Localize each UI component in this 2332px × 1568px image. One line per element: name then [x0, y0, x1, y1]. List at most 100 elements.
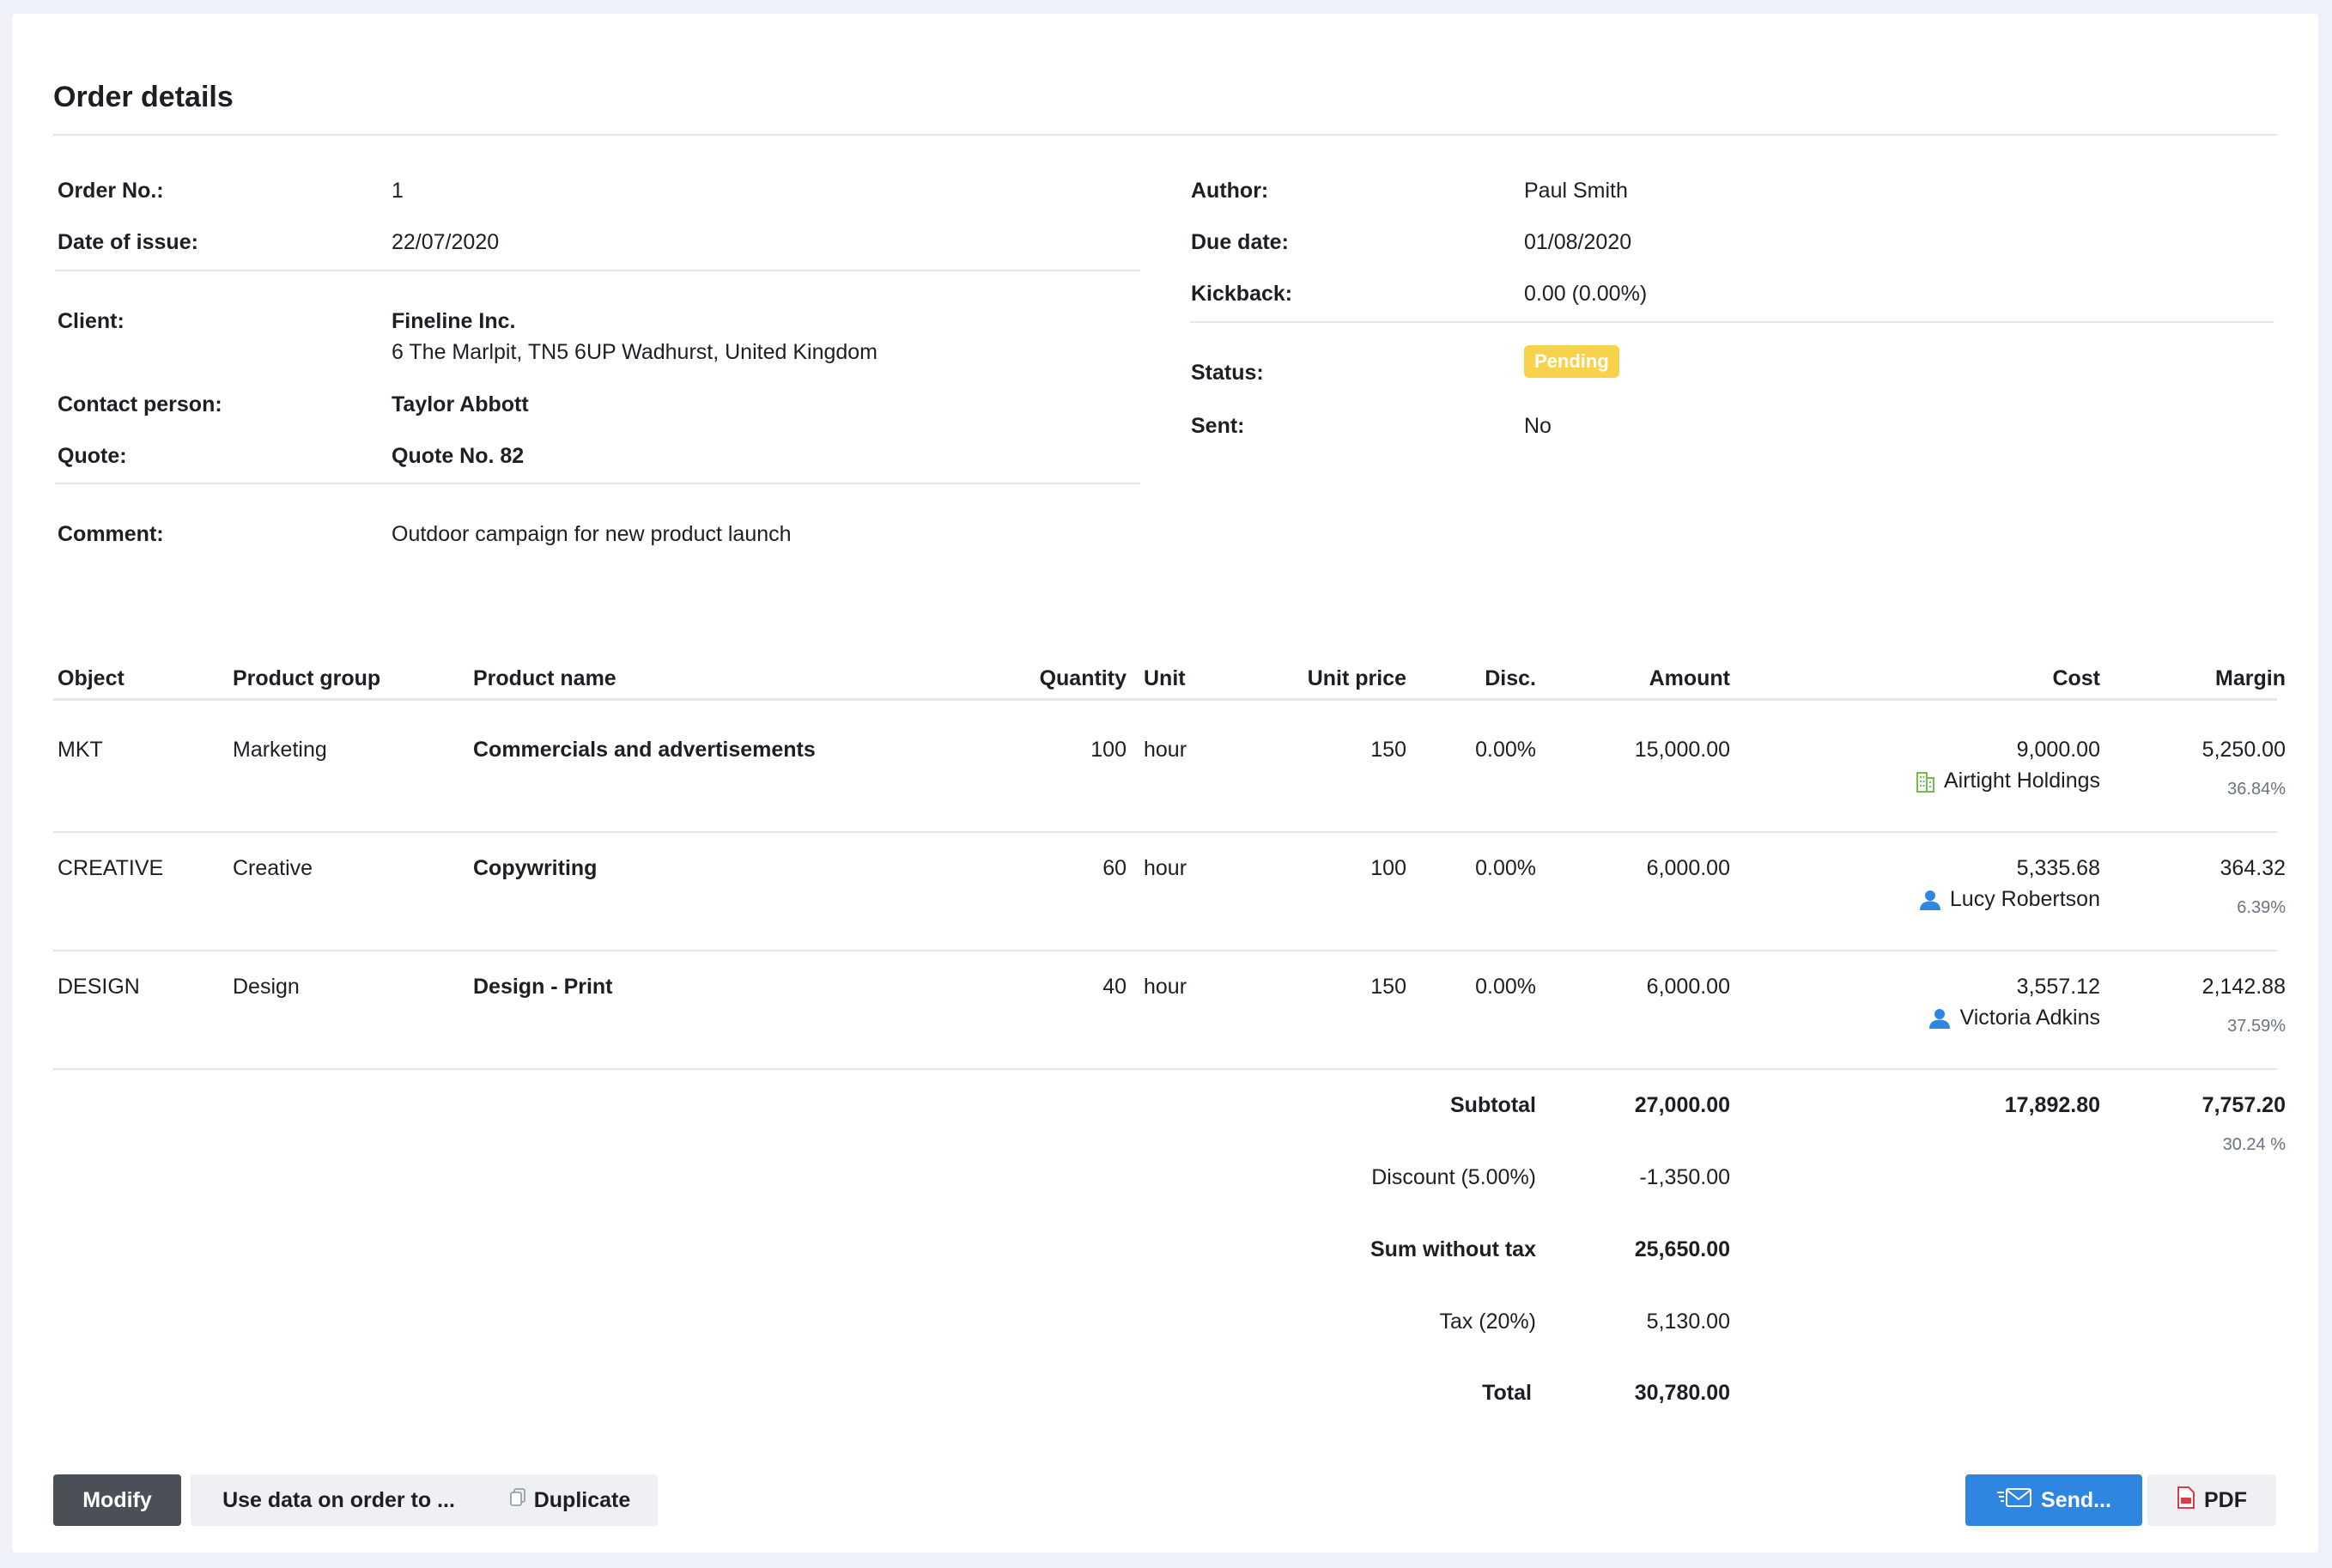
sent-label: Sent:	[1191, 414, 1245, 438]
cell-quantity: 40	[1102, 975, 1127, 999]
send-button-label: Send...	[2041, 1487, 2111, 1512]
subtotal-amount: 27,000.00	[1634, 1093, 1730, 1117]
copy-icon	[509, 1487, 525, 1513]
cell-cost: 5,335.68	[2016, 856, 2100, 880]
user-icon	[1919, 889, 1941, 911]
order-no-label: Order No.:	[58, 179, 164, 203]
cell-margin: 5,250.00	[2201, 738, 2286, 762]
cell-quantity: 60	[1102, 856, 1127, 880]
cell-object: DESIGN	[58, 975, 140, 999]
header-unit: Unit	[1144, 666, 1186, 690]
cell-margin-percent: 37.59%	[2227, 1017, 2286, 1036]
cell-amount: 6,000.00	[1646, 975, 1730, 999]
sum-without-tax-label: Sum without tax	[1369, 1237, 1536, 1261]
header-discount: Disc.	[1485, 666, 1536, 690]
supplier-name: Victoria Adkins	[1959, 1006, 2100, 1030]
header-quantity: Quantity	[1039, 666, 1127, 690]
page-title: Order details	[53, 81, 234, 113]
supplier-link[interactable]: Lucy Robertson	[1772, 887, 2100, 912]
discount-label: Discount (5.00%)	[1371, 1165, 1536, 1189]
client-name: Fineline Inc.	[392, 309, 516, 333]
supplier-name: Lucy Robertson	[1949, 887, 2100, 911]
left-divider-1	[55, 270, 1140, 271]
row-divider	[53, 1068, 2277, 1070]
sum-without-tax-amount: 25,650.00	[1634, 1237, 1730, 1261]
kickback-value: 0.00 (0.00%)	[1524, 282, 1648, 306]
cell-margin: 2,142.88	[2201, 975, 2286, 999]
cell-margin: 364.32	[2220, 856, 2286, 880]
cell-discount: 0.00%	[1475, 856, 1536, 880]
modify-button[interactable]: Modify	[53, 1474, 181, 1526]
send-button[interactable]: Send...	[1965, 1474, 2142, 1526]
row-divider	[53, 950, 2277, 951]
use-data-button-label: Use data on order to ...	[222, 1487, 455, 1512]
cell-margin-percent: 6.39%	[2237, 898, 2286, 917]
sent-value: No	[1524, 414, 1552, 438]
header-product-name: Product name	[473, 666, 616, 690]
cell-discount: 0.00%	[1475, 738, 1536, 762]
right-divider-1	[1190, 321, 2274, 323]
contact-label: Contact person:	[58, 392, 222, 416]
contact-value: Taylor Abbott	[392, 392, 529, 416]
quote-link[interactable]: Quote No. 82	[392, 444, 524, 469]
cell-object: CREATIVE	[58, 856, 164, 880]
cell-discount: 0.00%	[1475, 975, 1536, 999]
supplier-name: Airtight Holdings	[1943, 769, 2100, 793]
supplier-link[interactable]: Airtight Holdings	[1772, 769, 2100, 793]
header-amount: Amount	[1649, 666, 1730, 690]
tax-amount: 5,130.00	[1646, 1310, 1730, 1334]
modify-button-label: Modify	[82, 1487, 152, 1512]
pdf-button[interactable]: PDF	[2147, 1474, 2276, 1526]
header-product-group: Product group	[233, 666, 381, 690]
cell-product-name[interactable]: Commercials and advertisements	[473, 738, 816, 763]
comment-label: Comment:	[58, 522, 164, 546]
comment-value: Outdoor campaign for new product launch	[392, 522, 792, 546]
cell-product-name[interactable]: Design - Print	[473, 975, 613, 1000]
cell-unit: hour	[1144, 975, 1187, 999]
use-data-button[interactable]: Use data on order to ...	[191, 1474, 487, 1526]
pdf-icon	[2177, 1486, 2195, 1515]
cell-margin-percent: 36.84%	[2227, 780, 2286, 799]
duplicate-button[interactable]: Duplicate	[483, 1474, 658, 1526]
subtotal-margin: 7,757.20	[2201, 1093, 2286, 1117]
cell-product-name[interactable]: Copywriting	[473, 856, 597, 881]
total-label: Total	[1482, 1381, 1532, 1405]
row-divider	[53, 831, 2277, 833]
cell-unit: hour	[1144, 738, 1187, 762]
due-date-label: Due date:	[1191, 230, 1289, 254]
client-label: Client:	[58, 309, 124, 333]
title-divider	[53, 134, 2277, 136]
tax-label: Tax (20%)	[1439, 1310, 1536, 1334]
header-margin: Margin	[2215, 666, 2286, 690]
order-details-card: Order details Order No.: 1 Date of issue…	[12, 14, 2318, 1553]
status-label: Status:	[1191, 361, 1264, 385]
header-object: Object	[58, 666, 124, 690]
date-issue-label: Date of issue:	[58, 230, 198, 254]
status-badge: Pending	[1524, 345, 1619, 378]
left-divider-2	[55, 483, 1140, 484]
cell-unit-price: 100	[1370, 856, 1406, 880]
pdf-button-label: PDF	[2204, 1487, 2247, 1512]
send-mail-icon	[1996, 1486, 2032, 1515]
building-icon	[1916, 770, 1935, 793]
subtotal-label: Subtotal	[1450, 1093, 1536, 1117]
supplier-link[interactable]: Victoria Adkins	[1772, 1006, 2100, 1030]
due-date-value: 01/08/2020	[1524, 230, 1632, 254]
author-value: Paul Smith	[1524, 179, 1628, 203]
kickback-label: Kickback:	[1191, 282, 1293, 306]
cell-unit: hour	[1144, 856, 1187, 880]
table-header-divider	[53, 698, 2277, 701]
cell-object: MKT	[58, 738, 103, 762]
discount-amount: -1,350.00	[1639, 1165, 1730, 1189]
subtotal-margin-percent: 30.24 %	[2222, 1135, 2286, 1154]
cell-amount: 15,000.00	[1634, 738, 1730, 762]
cell-unit-price: 150	[1370, 975, 1406, 999]
cell-product-group: Marketing	[233, 738, 327, 762]
cell-quantity: 100	[1090, 738, 1127, 762]
author-label: Author:	[1191, 179, 1269, 203]
client-address: 6 The Marlpit, TN5 6UP Wadhurst, United …	[392, 340, 878, 364]
cell-unit-price: 150	[1370, 738, 1406, 762]
subtotal-cost: 17,892.80	[2004, 1093, 2100, 1117]
cell-product-group: Creative	[233, 856, 313, 880]
header-unit-price: Unit price	[1307, 666, 1406, 690]
